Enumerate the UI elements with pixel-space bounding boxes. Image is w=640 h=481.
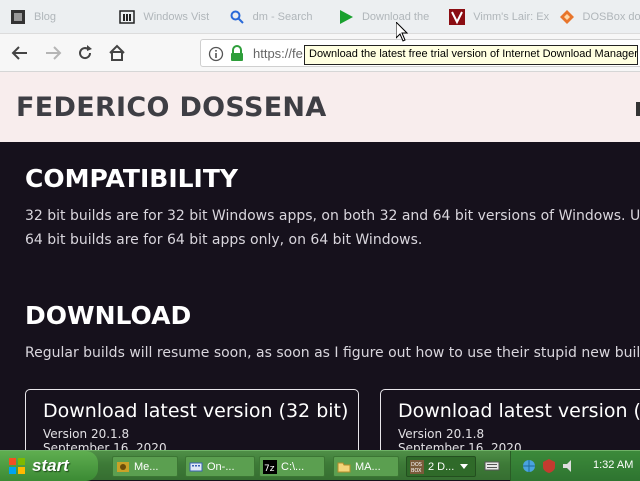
chevron-down-icon [460, 463, 469, 469]
taskbar-item-label: C:\... [281, 460, 305, 473]
taskbar-item-folder[interactable]: MA... [333, 456, 399, 477]
compatibility-heading: COMPATIBILITY [25, 164, 239, 193]
media-app-icon [117, 461, 129, 472]
keyboard-icon [189, 462, 203, 471]
taskbar-item-media[interactable]: Me... [112, 456, 178, 477]
menu-icon[interactable] [636, 102, 640, 116]
forward-button[interactable] [42, 42, 64, 64]
compatibility-line-1: 32 bit builds are for 32 bit Windows app… [25, 208, 640, 224]
taskbar-item-label: Me... [134, 460, 159, 473]
download-card-date: September 16, 2020 [398, 441, 522, 450]
home-icon [109, 44, 125, 61]
download-card-title: Download latest version (32 bit) [43, 400, 349, 422]
bookmark-label: dm - Search [252, 10, 313, 23]
bookmark-label: Windows Vist [143, 10, 210, 23]
vimm-icon [449, 8, 466, 25]
arrow-left-icon [11, 46, 27, 60]
arrow-right-icon [46, 46, 62, 60]
taskbar-item-dosbox-group[interactable]: DOS BOX 2 D... [406, 456, 476, 477]
taskbar-item-label: On-... [207, 460, 235, 473]
search-icon [229, 9, 245, 25]
security-shield-icon[interactable] [541, 458, 557, 474]
folder-icon [337, 462, 351, 472]
bookmark-tooltip: Download the latest free trial version o… [304, 45, 638, 65]
lock-icon[interactable] [230, 45, 244, 66]
bookmark-label: Vimm's Lair: Ex [473, 10, 550, 23]
dosbox-app-icon: DOSBOX [410, 459, 424, 474]
taskbar-item-onscreen-keyboard[interactable]: On-... [185, 456, 255, 477]
keyboard-layout-icon[interactable] [484, 458, 500, 478]
taskbar-item-7zip[interactable]: 7z C:\... [259, 456, 325, 477]
compatibility-line-2: 64 bit builds are for 64 bit apps only, … [25, 232, 423, 248]
mouse-cursor-icon [396, 22, 408, 42]
site-header: FEDERICO DOSSENA [0, 72, 640, 142]
bookmark-label: DOSBox dow [582, 10, 640, 23]
reload-button[interactable] [74, 42, 96, 64]
building-icon [119, 9, 136, 25]
taskbar: start Me... On-... 7z C:\... MA... DOS BO… [0, 450, 640, 481]
site-title[interactable]: FEDERICO DOSSENA [16, 92, 327, 123]
bookmark-vimms-lair[interactable]: Vimm's Lair: Ex [443, 0, 552, 34]
7zip-icon: 7z [263, 459, 277, 474]
download-notice: Regular builds will resume soon, as soon… [25, 345, 640, 361]
blog-icon [10, 9, 26, 25]
start-button[interactable]: start [0, 451, 98, 481]
info-icon[interactable] [208, 46, 224, 66]
windows-logo-icon [9, 458, 25, 474]
download-card-date: September 16, 2020 [43, 441, 167, 450]
dosbox-icon [559, 9, 575, 25]
taskbar-item-label: 2 D... [428, 460, 455, 473]
volume-icon[interactable] [561, 458, 577, 474]
back-button[interactable] [9, 42, 31, 64]
bookmark-dosbox[interactable]: DOSBox dow [553, 0, 640, 34]
main-content: COMPATIBILITY 32 bit builds are for 32 b… [0, 142, 640, 450]
download-card-title: Download latest version (6 [398, 400, 640, 422]
bookmarks-bar: Blog Windows Vist dm - Search Download t… [0, 0, 640, 34]
download-card-version: Version 20.1.8 [398, 427, 485, 441]
download-64bit-button[interactable]: Download latest version (6 Version 20.1.… [380, 389, 640, 450]
url-text[interactable]: https://fe [253, 46, 303, 61]
start-label: start [32, 456, 69, 475]
svg-text:7z: 7z [264, 464, 275, 474]
home-button[interactable] [106, 42, 128, 64]
download-card-version: Version 20.1.8 [43, 427, 130, 441]
bookmark-windows-vista[interactable]: Windows Vist [113, 0, 222, 34]
bookmark-label: Download the [361, 10, 430, 23]
bookmark-blog[interactable]: Blog [4, 0, 113, 34]
bookmark-label: Blog [34, 10, 57, 23]
svg-text:BOX: BOX [411, 468, 422, 474]
taskbar-item-label: MA... [355, 460, 381, 473]
system-tray: 1:32 AM [510, 451, 640, 481]
download-32bit-button[interactable]: Download latest version (32 bit) Version… [25, 389, 359, 450]
bookmark-dm-search[interactable]: dm - Search [223, 0, 332, 34]
play-icon [338, 9, 354, 25]
bookmark-download-idm[interactable]: Download the [332, 0, 443, 34]
reload-icon [79, 45, 92, 60]
download-heading: DOWNLOAD [25, 301, 192, 330]
network-icon[interactable] [521, 458, 537, 474]
system-clock[interactable]: 1:32 AM [593, 459, 633, 471]
